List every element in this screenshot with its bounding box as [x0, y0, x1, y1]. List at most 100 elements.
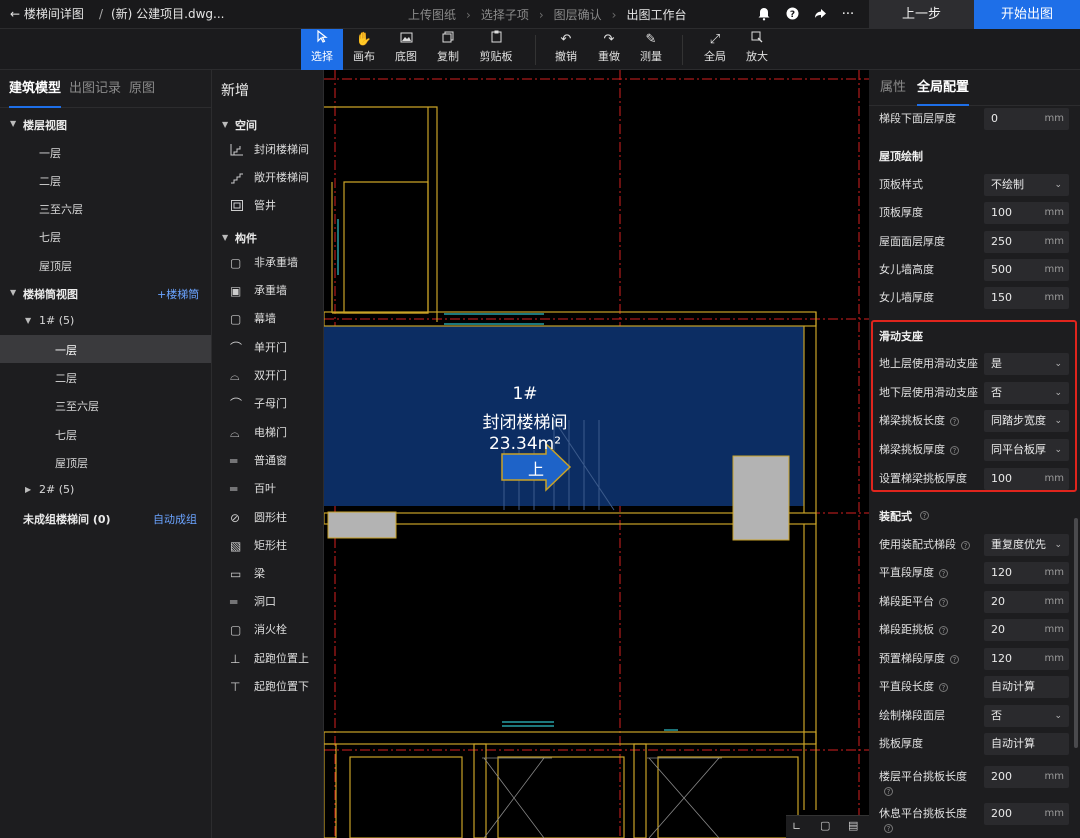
add-stair-button[interactable]: +楼梯筒	[157, 286, 199, 302]
share-icon[interactable]	[812, 7, 828, 23]
caret-down-icon[interactable]: ▼	[10, 119, 16, 128]
stair-floor-item[interactable]: 三至六层	[55, 398, 99, 414]
help-circle-icon[interactable]: ?	[939, 682, 948, 692]
palette-component[interactable]: ▭ 梁	[230, 564, 265, 584]
palette-component[interactable]: ▢ 消火栓	[230, 620, 287, 640]
palette-component[interactable]: ▣ 承重墙	[230, 281, 287, 301]
floor-item[interactable]: 一层	[39, 145, 61, 161]
setting-input[interactable]: 20 mm	[984, 619, 1069, 641]
setting-input[interactable]: 150 mm	[984, 287, 1069, 309]
space-section-title[interactable]: 空间	[235, 117, 257, 133]
layer-view-icon[interactable]: ▤	[848, 819, 858, 832]
back-button[interactable]: ← 楼梯间详图	[10, 0, 84, 29]
component-section-title[interactable]: 构件	[235, 230, 257, 246]
setting-input[interactable]: 自动计算	[984, 733, 1069, 755]
ungrouped-stairs[interactable]: 未成组楼梯间 (0)	[23, 511, 111, 527]
stair-floor-item[interactable]: 屋顶层	[55, 455, 88, 471]
tool-measure[interactable]: ✎ 测量	[630, 29, 672, 70]
palette-component[interactable]: ▢ 幕墙	[230, 309, 276, 329]
setting-select[interactable]: 不绘制 ⌄	[984, 174, 1069, 196]
help-icon[interactable]: ?	[784, 7, 800, 23]
stair-view-title[interactable]: 楼梯筒视图	[23, 286, 78, 302]
setting-select[interactable]: 重复度优先 ⌄	[984, 534, 1069, 556]
setting-input[interactable]: 500 mm	[984, 259, 1069, 281]
palette-component[interactable]: ═ 洞口	[230, 592, 276, 612]
setting-input[interactable]: 100 mm	[984, 202, 1069, 224]
help-circle-icon[interactable]: ?	[884, 823, 893, 833]
tab-building-model[interactable]: 建筑模型	[9, 70, 62, 108]
stair-floor-item[interactable]: 七层	[55, 427, 77, 443]
help-circle-icon[interactable]: ?	[950, 654, 959, 664]
tool-undo[interactable]: ↶ 撤销	[545, 29, 587, 70]
tool-canvas[interactable]: ✋ 画布	[343, 29, 385, 70]
setting-input[interactable]: 200 mm	[984, 766, 1069, 788]
stair-floor-item[interactable]: 一层	[55, 342, 77, 358]
palette-shaft[interactable]: 管井	[230, 196, 276, 216]
setting-input[interactable]: 自动计算	[984, 676, 1069, 698]
setting-input[interactable]: 200 mm	[984, 803, 1069, 825]
notification-bell-icon[interactable]	[756, 7, 772, 23]
help-circle-icon[interactable]: ?	[939, 625, 948, 635]
drawing-canvas[interactable]: 1# 封闭楼梯间 23.34m² 上 ∟ ▢ ▤	[324, 70, 869, 838]
tool-basemap[interactable]: 底图	[385, 29, 427, 70]
tool-zoom-in[interactable]: 放大	[736, 29, 778, 70]
tool-clipboard[interactable]: 剪贴板	[475, 29, 517, 70]
stair-group-2[interactable]: 2# (5)	[39, 483, 74, 496]
help-circle-icon[interactable]: ?	[884, 786, 893, 796]
frame-view-icon[interactable]: ▢	[820, 819, 830, 832]
stair-floor-item[interactable]: 二层	[55, 370, 77, 386]
palette-component[interactable]: ⌒ 单开门	[230, 338, 287, 358]
auto-group-button[interactable]: 自动成组	[153, 511, 197, 527]
palette-component[interactable]: ⌓ 双开门	[230, 366, 287, 386]
setting-input[interactable]: 120 mm	[984, 562, 1069, 584]
palette-component[interactable]: ▧ 矩形柱	[230, 536, 287, 556]
more-icon[interactable]: ···	[840, 7, 856, 23]
floor-item[interactable]: 屋顶层	[39, 258, 72, 274]
setting-input[interactable]: 120 mm	[984, 648, 1069, 670]
setting-select[interactable]: 否 ⌄	[984, 705, 1069, 727]
palette-component[interactable]: ⌒ 子母门	[230, 394, 287, 414]
prev-step-button[interactable]: 上一步	[869, 0, 974, 29]
setting-input[interactable]: 20 mm	[984, 591, 1069, 613]
help-circle-icon[interactable]: ?	[939, 568, 948, 578]
step-workbench[interactable]: 出图工作台	[626, 6, 686, 23]
caret-down-icon[interactable]: ▼	[10, 288, 16, 297]
help-circle-icon[interactable]: ?	[961, 540, 970, 550]
palette-enclosed-stair[interactable]: 封闭楼梯间	[230, 140, 309, 160]
caret-right-icon[interactable]: ▶	[25, 485, 31, 494]
step-upload[interactable]: 上传图纸	[408, 6, 456, 23]
tab-output-history[interactable]: 出图记录	[69, 70, 121, 108]
caret-down-icon[interactable]: ▼	[25, 316, 31, 325]
palette-component[interactable]: ═ 百叶	[230, 479, 276, 499]
caret-down-icon[interactable]: ▼	[222, 233, 228, 242]
tool-fit-all[interactable]: ⤢ 全局	[694, 29, 736, 70]
palette-component[interactable]: ▢ 非承重墙	[230, 253, 298, 273]
tool-select[interactable]: 选择	[301, 29, 343, 70]
tab-properties[interactable]: 属性	[880, 70, 906, 106]
tool-copy[interactable]: 复制	[427, 29, 469, 70]
axis-view-icon[interactable]: ∟	[792, 820, 801, 833]
palette-component[interactable]: ⊘ 圆形柱	[230, 508, 287, 528]
tab-original[interactable]: 原图	[129, 70, 155, 108]
floor-view-title[interactable]: 楼层视图	[23, 117, 67, 133]
scrollbar[interactable]	[1074, 518, 1078, 748]
palette-component[interactable]: ⊥ 起跑位置上	[230, 649, 309, 669]
start-output-button[interactable]: 开始出图	[974, 0, 1080, 29]
palette-component[interactable]: ═ 普通窗	[230, 451, 287, 471]
palette-open-stair[interactable]: 敞开楼梯间	[230, 168, 309, 188]
step-select[interactable]: 选择子项	[481, 6, 529, 23]
step-layer[interactable]: 图层确认	[554, 6, 602, 23]
stair-group-1[interactable]: 1# (5)	[39, 314, 74, 327]
floor-item[interactable]: 七层	[39, 229, 61, 245]
setting-input[interactable]: 250 mm	[984, 231, 1069, 253]
help-circle-icon[interactable]: ?	[920, 511, 929, 520]
setting-input[interactable]: 0 mm	[984, 108, 1069, 130]
caret-down-icon[interactable]: ▼	[222, 120, 228, 129]
floor-item[interactable]: 三至六层	[39, 201, 83, 217]
palette-component[interactable]: ⌓ 电梯门	[230, 423, 287, 443]
tool-redo[interactable]: ↷ 重做	[588, 29, 630, 70]
tab-global-config[interactable]: 全局配置	[917, 70, 970, 106]
palette-component[interactable]: ⊤ 起跑位置下	[230, 677, 309, 697]
floor-item[interactable]: 二层	[39, 173, 61, 189]
help-circle-icon[interactable]: ?	[939, 597, 948, 607]
